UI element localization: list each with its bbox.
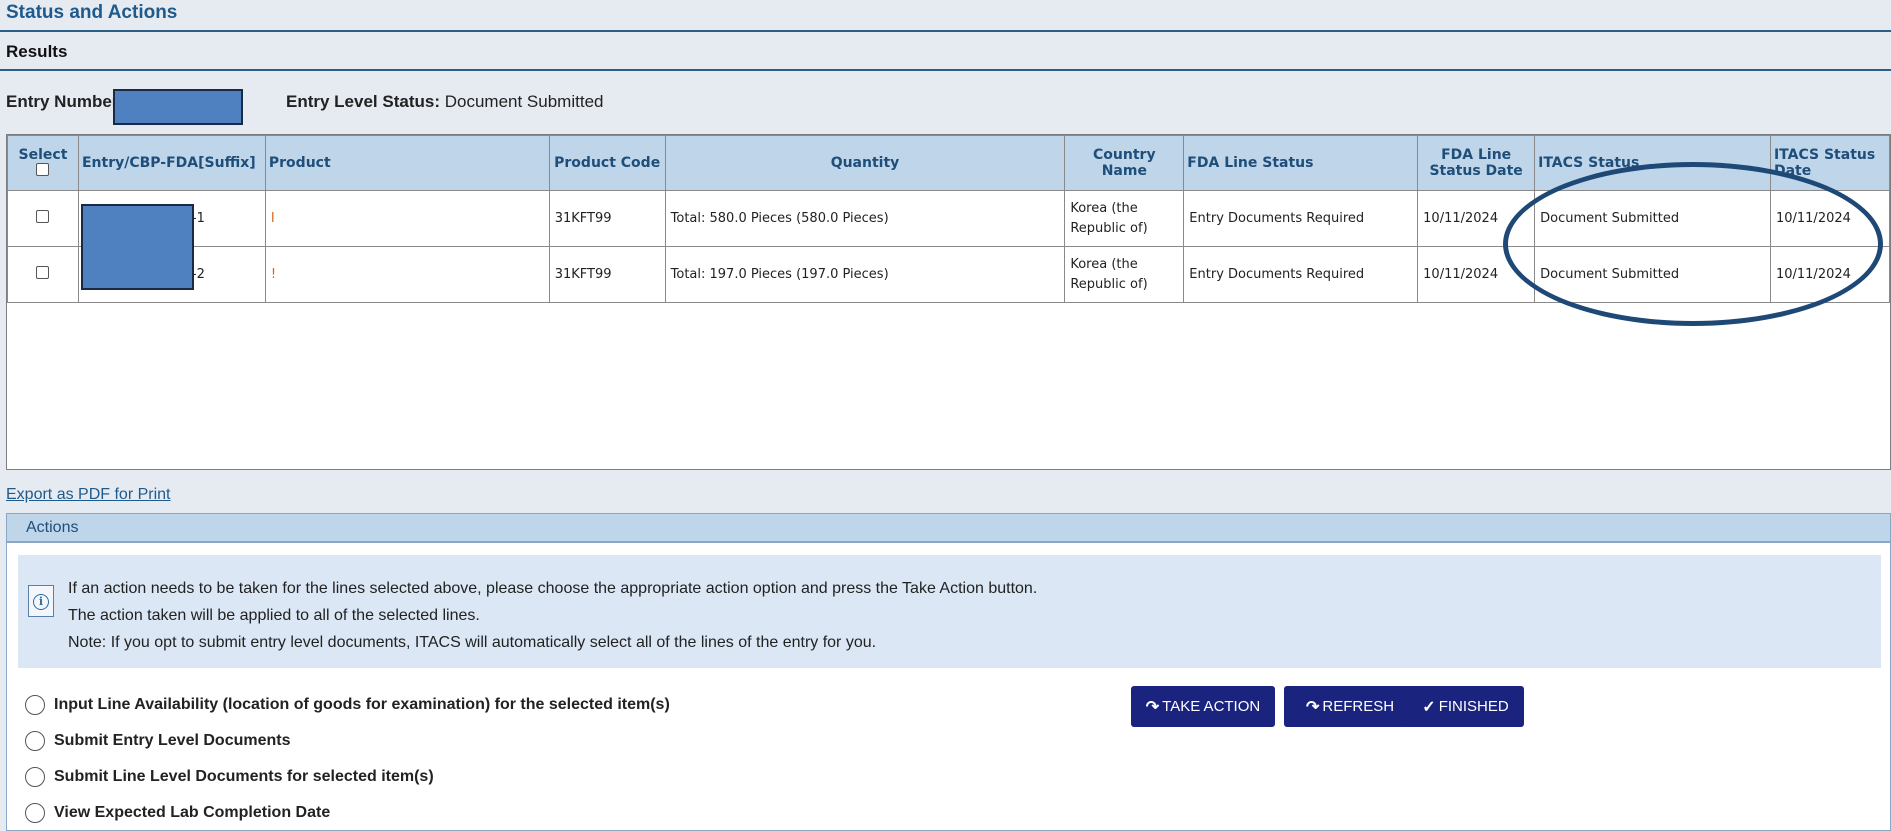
- row-select-cell: [7, 246, 79, 303]
- actions-panel: i If an action needs to be taken for the…: [6, 542, 1891, 831]
- product-cell[interactable]: !: [264, 246, 550, 303]
- take-action-button[interactable]: ↷ TAKE ACTION: [1131, 686, 1275, 727]
- page-title: Status and Actions: [6, 2, 178, 23]
- highlight-oval: [1503, 162, 1883, 326]
- info-icon: i: [28, 585, 54, 617]
- col-country[interactable]: Country Name: [1064, 135, 1185, 191]
- info-line: The action taken will be applied to all …: [68, 607, 480, 624]
- results-divider: [0, 69, 1891, 71]
- info-line: Note: If you opt to submit entry level d…: [68, 634, 877, 651]
- col-select-label: Select: [18, 146, 68, 163]
- col-fda-date[interactable]: FDA Line Status Date: [1417, 135, 1536, 191]
- col-product-code[interactable]: Product Code: [548, 135, 666, 191]
- title-divider: [0, 30, 1891, 32]
- option-label: Submit Entry Level Documents: [54, 732, 291, 749]
- entry-level-status-value: Document Submitted: [444, 92, 604, 111]
- redo-arrow-icon: ↷: [1145, 698, 1160, 716]
- product-code-cell: 31KFT99: [548, 246, 666, 303]
- option-label: View Expected Lab Completion Date: [54, 804, 331, 821]
- country-cell: Korea (the Republic of): [1064, 246, 1185, 303]
- product-code-cell: 31KFT99: [548, 190, 666, 247]
- col-product[interactable]: Product: [264, 135, 550, 191]
- row-checkbox[interactable]: [36, 266, 50, 279]
- info-box: i If an action needs to be taken for the…: [18, 555, 1881, 668]
- radio-button[interactable]: [25, 803, 45, 823]
- entry-level-status-label: Entry Level Status:: [286, 92, 440, 111]
- refresh-label: REFRESH: [1322, 698, 1395, 715]
- option-view-lab-date[interactable]: View Expected Lab Completion Date: [25, 795, 670, 831]
- entry-number-redaction: [113, 89, 243, 125]
- select-all-checkbox[interactable]: [36, 162, 50, 176]
- radio-button[interactable]: [25, 731, 45, 751]
- entry-number-row: Entry Number: [6, 92, 118, 112]
- action-options: Input Line Availability (location of goo…: [25, 687, 670, 831]
- checkmark-icon: ✓: [1422, 698, 1436, 716]
- info-text: If an action needs to be taken for the l…: [68, 575, 1037, 656]
- col-select: Select: [7, 135, 79, 191]
- row-checkbox[interactable]: [36, 210, 50, 223]
- results-heading: Results: [6, 42, 68, 61]
- entry-cell-redaction: [81, 204, 194, 290]
- take-action-label: TAKE ACTION: [1162, 698, 1261, 715]
- product-cell[interactable]: I: [264, 190, 550, 247]
- col-quantity[interactable]: Quantity: [664, 135, 1066, 191]
- fda-status-cell: Entry Documents Required: [1183, 190, 1419, 247]
- finished-button[interactable]: ✓ FINISHED: [1407, 686, 1524, 727]
- option-label: Input Line Availability (location of goo…: [54, 696, 670, 713]
- redo-arrow-icon: ↷: [1305, 698, 1320, 716]
- fda-status-cell: Entry Documents Required: [1183, 246, 1419, 303]
- col-fda-status[interactable]: FDA Line Status: [1183, 135, 1419, 191]
- entry-number-label: Entry Number: [6, 92, 119, 111]
- quantity-cell: Total: 197.0 Pieces (197.0 Pieces): [664, 246, 1066, 303]
- quantity-cell: Total: 580.0 Pieces (580.0 Pieces): [664, 190, 1066, 247]
- option-label: Submit Line Level Documents for selected…: [54, 768, 434, 785]
- col-entry[interactable]: Entry/CBP-FDA[Suffix]: [77, 135, 266, 191]
- row-select-cell: [7, 190, 79, 247]
- actions-header: Actions: [6, 513, 1891, 542]
- option-input-line-availability[interactable]: Input Line Availability (location of goo…: [25, 687, 670, 723]
- option-submit-line-docs[interactable]: Submit Line Level Documents for selected…: [25, 759, 670, 795]
- option-submit-entry-docs[interactable]: Submit Entry Level Documents: [25, 723, 670, 759]
- country-cell: Korea (the Republic of): [1064, 190, 1185, 247]
- finished-label: FINISHED: [1438, 698, 1509, 715]
- entry-level-status: Entry Level Status: Document Submitted: [286, 92, 603, 112]
- export-pdf-link[interactable]: Export as PDF for Print: [6, 486, 171, 504]
- info-line: If an action needs to be taken for the l…: [68, 580, 1038, 597]
- refresh-button[interactable]: ↷ REFRESH: [1284, 686, 1416, 727]
- radio-button[interactable]: [25, 767, 45, 787]
- radio-button[interactable]: [25, 695, 45, 715]
